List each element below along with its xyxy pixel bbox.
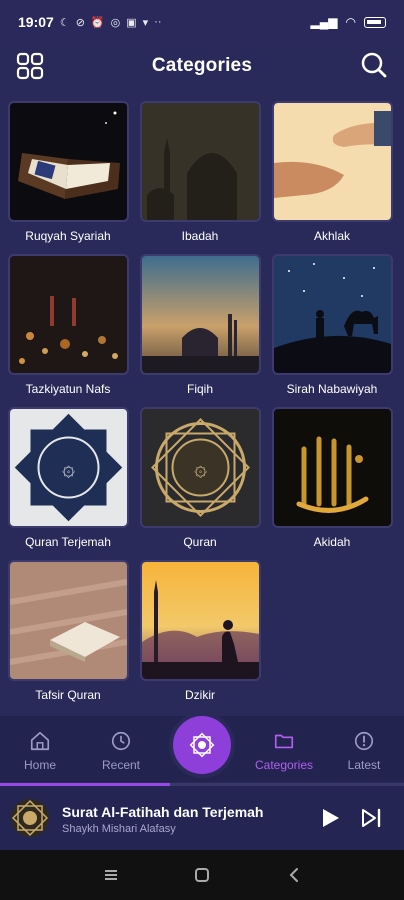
status-bar: 19:07 ☾ ⊘ ⏰ ◎ ▣ ▾ ·· ▂▄▆ ◠	[0, 0, 404, 44]
nav-item-categories[interactable]: Categories	[244, 730, 324, 772]
dzikir-image	[141, 562, 259, 679]
chat-icon: ▾	[142, 16, 149, 29]
quran-fab-button[interactable]	[173, 716, 231, 774]
category-label: Akidah	[313, 535, 351, 549]
akhlak-image	[273, 103, 391, 220]
track-artist: Shaykh Mishari Alafasy	[62, 823, 176, 835]
category-label: Tazkiyatun Nafs	[25, 382, 111, 396]
category-tile-tafsir-quran[interactable]: Tafsir Quran	[9, 562, 127, 715]
category-tile-quran[interactable]: ۞ Quran	[141, 409, 259, 562]
category-label: Dzikir	[185, 688, 215, 702]
ruqyah-image	[9, 103, 127, 220]
quran-emblem-icon	[189, 732, 215, 758]
category-tile-ruqyah[interactable]: Ruqyah Syariah	[9, 103, 127, 256]
system-navigation-bar	[0, 850, 404, 900]
history-icon	[111, 731, 131, 751]
category-label: Akhlak	[313, 229, 351, 243]
sirah-nabawiyah-image	[273, 256, 391, 373]
svg-text:۞: ۞	[62, 457, 75, 482]
nav-label: Categories	[254, 758, 314, 772]
home-icon	[30, 731, 50, 751]
folder-icon	[274, 734, 294, 749]
search-icon[interactable]	[360, 51, 388, 79]
info-icon	[354, 731, 374, 751]
category-tile-dzikir[interactable]: Dzikir	[141, 562, 259, 715]
no-vpn-icon: ⊘	[75, 16, 85, 29]
nav-label: Recent	[101, 758, 141, 772]
category-label: Tafsir Quran	[35, 688, 101, 702]
signal-icon: ▂▄▆	[310, 15, 338, 29]
moon-icon: ☾	[59, 16, 70, 29]
more-dots-icon: ··	[154, 16, 162, 28]
svg-text:۞: ۞	[194, 457, 207, 482]
ibadah-image	[141, 103, 259, 220]
mini-player[interactable]: Surat Al-Fatihah dan Terjemah Shaykh Mis…	[0, 786, 404, 850]
alarm-icon: ⏰	[90, 16, 105, 29]
category-tile-fiqih[interactable]: Fiqih	[141, 256, 259, 409]
nav-item-home[interactable]: Home	[0, 730, 80, 772]
home-system-icon[interactable]	[193, 866, 211, 884]
recent-apps-icon[interactable]	[102, 866, 120, 884]
category-label: Quran Terjemah	[25, 535, 111, 549]
status-right: ▂▄▆ ◠	[311, 15, 386, 29]
category-tile-akhlak[interactable]: Akhlak	[273, 103, 391, 256]
instagram-icon: ◎	[110, 16, 121, 29]
nav-label: Latest	[347, 758, 381, 772]
app-bar: Categories	[0, 44, 404, 88]
category-tile-sirah-nabawiyah[interactable]: Sirah Nabawiyah	[273, 256, 391, 409]
tazkiyatun-nafs-image	[9, 256, 127, 373]
category-tile-tazkiyatun-nafs[interactable]: Tazkiyatun Nafs	[9, 256, 127, 409]
category-label: Fiqih	[186, 382, 213, 396]
back-icon[interactable]	[285, 866, 303, 884]
nav-item-recent[interactable]: Recent	[81, 730, 161, 772]
category-grid: Ruqyah Syariah Ibadah Akhlak Tazkiyatun …	[9, 103, 393, 715]
category-label: Sirah Nabawiyah	[286, 382, 378, 396]
nav-item-latest[interactable]: Latest	[324, 730, 404, 772]
battery-icon	[364, 16, 386, 28]
skip-next-icon[interactable]	[360, 806, 384, 830]
page-title: Categories	[151, 55, 253, 76]
category-tile-akidah[interactable]: Akidah	[273, 409, 391, 562]
status-icons: ☾ ⊘ ⏰ ◎ ▣ ▾ ··	[60, 16, 162, 29]
category-tile-quran-terjemah[interactable]: ۞ Quran Terjemah	[9, 409, 127, 562]
fiqih-image	[141, 256, 259, 373]
track-cover-icon	[11, 799, 49, 837]
track-title: Surat Al-Fatihah dan Terjemah	[62, 804, 264, 820]
category-label: Quran	[183, 535, 217, 549]
category-label: Ruqyah Syariah	[25, 229, 111, 243]
grid-menu-icon[interactable]	[16, 52, 44, 80]
category-label: Ibadah	[181, 229, 219, 243]
status-time: 19:07	[18, 14, 54, 30]
category-tile-ibadah[interactable]: Ibadah	[141, 103, 259, 256]
quran-image: ۞	[141, 409, 259, 526]
quran-terjemah-image: ۞	[9, 409, 127, 526]
nav-label: Home	[23, 758, 56, 772]
tafsir-quran-image	[9, 562, 127, 679]
play-icon[interactable]	[318, 806, 342, 830]
wifi-icon: ◠	[345, 15, 356, 29]
akidah-image	[273, 409, 391, 526]
linkedin-icon: ▣	[126, 16, 137, 29]
